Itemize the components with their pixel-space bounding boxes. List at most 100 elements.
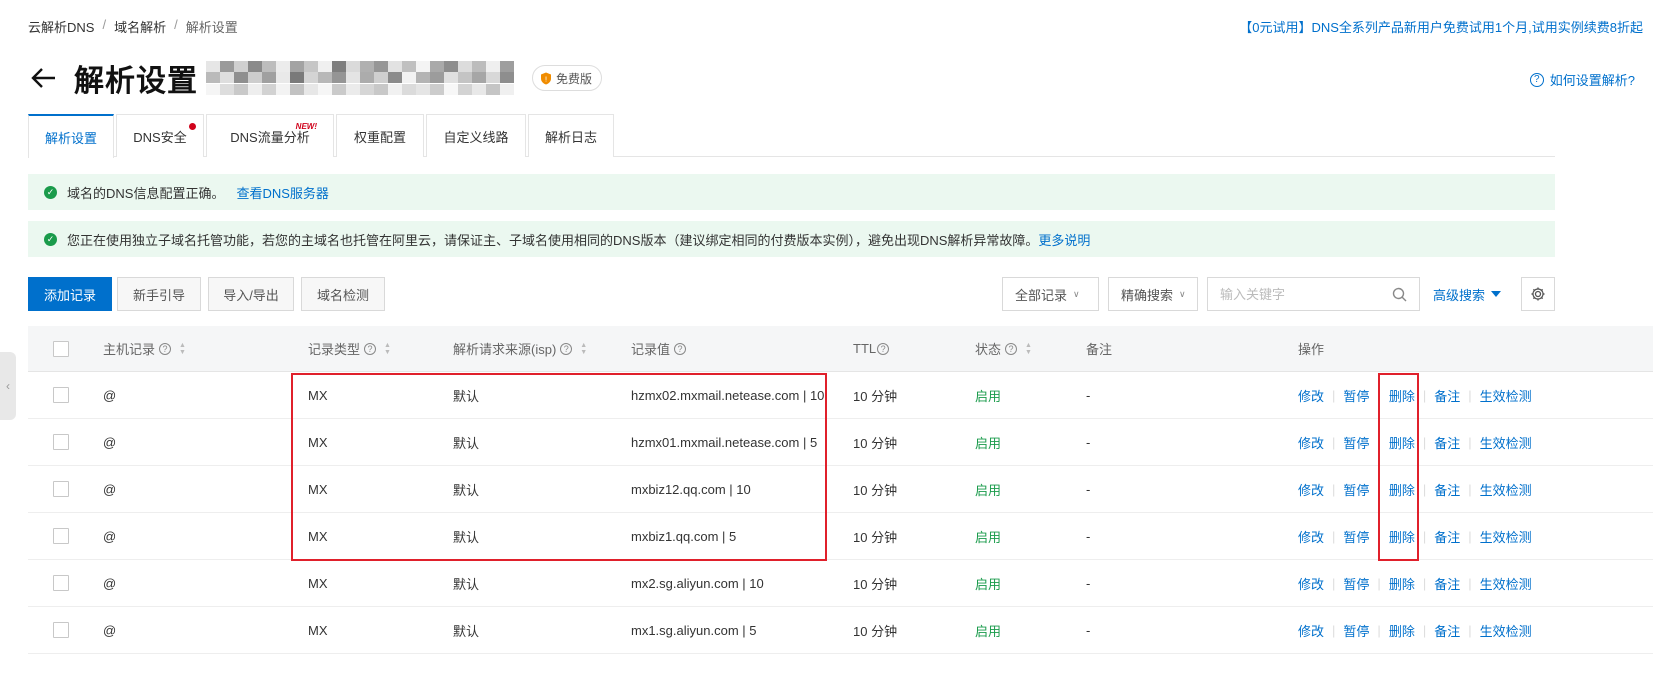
edit-action[interactable]: 修改	[1298, 480, 1324, 499]
ttl-cell: 10 分钟	[853, 529, 898, 545]
effect-check-action[interactable]: 生效检测	[1480, 480, 1532, 499]
row-checkbox[interactable]	[53, 575, 69, 591]
col-status[interactable]: 状态? ▲ ▼	[975, 326, 1032, 371]
more-info-link[interactable]: 更多说明	[1038, 230, 1090, 249]
col-label: TTL	[853, 341, 877, 356]
edit-action[interactable]: 修改	[1298, 386, 1324, 405]
effect-check-action[interactable]: 生效检测	[1480, 386, 1532, 405]
row-actions: 修改 | 暂停 | 删除 | 备注 | 生效检测	[1298, 607, 1532, 653]
type-cell: MX	[308, 387, 328, 403]
tab-label: 解析设置	[44, 130, 97, 146]
search-icon[interactable]	[1392, 287, 1407, 302]
question-circle-icon[interactable]: ?	[877, 342, 890, 355]
col-host[interactable]: 主机记录? ▲ ▼	[103, 326, 186, 371]
side-collapse-handle[interactable]: ‹	[0, 352, 16, 420]
delete-action[interactable]: 删除	[1389, 433, 1415, 452]
select-all-checkbox[interactable]	[53, 340, 69, 357]
isp-cell: 默认	[453, 435, 480, 451]
question-circle-icon[interactable]: ?	[674, 342, 687, 355]
pause-action[interactable]: 暂停	[1343, 433, 1369, 452]
delete-action[interactable]: 删除	[1389, 527, 1415, 546]
sort-icon[interactable]: ▲ ▼	[1025, 342, 1032, 356]
action-separator: |	[1377, 575, 1381, 591]
sort-icon[interactable]: ▲ ▼	[179, 342, 186, 356]
action-separator: |	[1468, 622, 1472, 638]
breadcrumb-separator: /	[102, 17, 107, 32]
beginner-guide-button[interactable]: 新手引导	[117, 277, 201, 311]
pause-action[interactable]: 暂停	[1343, 527, 1369, 546]
value-cell: hzmx01.mxmail.netease.com | 5	[631, 434, 818, 450]
edit-action[interactable]: 修改	[1298, 527, 1324, 546]
pause-action[interactable]: 暂停	[1343, 621, 1369, 640]
question-circle-icon[interactable]: ?	[159, 342, 172, 355]
pause-action[interactable]: 暂停	[1343, 480, 1369, 499]
col-label: 状态	[975, 342, 1002, 357]
delete-action[interactable]: 删除	[1389, 621, 1415, 640]
remark-action[interactable]: 备注	[1434, 433, 1460, 452]
remark-action[interactable]: 备注	[1434, 527, 1460, 546]
row-checkbox[interactable]	[53, 434, 69, 450]
table-header: 主机记录? ▲ ▼ 记录类型? ▲ ▼ 解析请求来源(isp)? ▲ ▼ 记录值? TTL?…	[28, 326, 1653, 372]
host-cell: @	[103, 622, 117, 638]
gear-icon	[1531, 287, 1545, 301]
remark-action[interactable]: 备注	[1434, 480, 1460, 499]
advanced-search-toggle[interactable]: 高级搜索	[1433, 277, 1502, 311]
effect-check-action[interactable]: 生效检测	[1480, 621, 1532, 640]
record-filter-select[interactable]: 全部记录 ∨	[1002, 277, 1099, 311]
breadcrumb-item-dns[interactable]: 云解析DNS	[28, 17, 94, 36]
question-circle-icon[interactable]: ?	[1005, 342, 1018, 355]
tab-dns-security[interactable]: DNS安全	[116, 114, 204, 157]
tab-dns-log[interactable]: 解析日志	[528, 114, 614, 157]
sort-icon[interactable]: ▲ ▼	[384, 342, 391, 356]
ttl-cell: 10 分钟	[853, 482, 898, 498]
isp-cell: 默认	[453, 576, 480, 592]
delete-action[interactable]: 删除	[1389, 386, 1415, 405]
isp-cell: 默认	[453, 623, 480, 639]
effect-check-action[interactable]: 生效检测	[1480, 527, 1532, 546]
action-separator: |	[1468, 387, 1472, 403]
effect-check-action[interactable]: 生效检测	[1480, 574, 1532, 593]
pause-action[interactable]: 暂停	[1343, 574, 1369, 593]
host-cell: @	[103, 575, 117, 591]
add-record-button[interactable]: 添加记录	[28, 277, 112, 311]
notification-dot	[189, 123, 196, 130]
domain-check-button[interactable]: 域名检测	[301, 277, 385, 311]
tab-weight-config[interactable]: 权重配置	[336, 114, 424, 157]
search-mode-select[interactable]: 精确搜索 ∨	[1108, 277, 1198, 311]
remark-action[interactable]: 备注	[1434, 386, 1460, 405]
row-checkbox[interactable]	[53, 528, 69, 544]
remark-action[interactable]: 备注	[1434, 574, 1460, 593]
help-link[interactable]: ? 如何设置解析?	[1529, 70, 1635, 89]
delete-action[interactable]: 删除	[1389, 480, 1415, 499]
import-export-button[interactable]: 导入/导出	[208, 277, 294, 311]
edit-action[interactable]: 修改	[1298, 621, 1324, 640]
breadcrumb-item-current: 解析设置	[185, 20, 238, 35]
breadcrumb-item-domain[interactable]: 域名解析	[114, 17, 166, 36]
action-separator: |	[1332, 481, 1336, 497]
view-dns-servers-link[interactable]: 查看DNS服务器	[236, 183, 328, 202]
search-input[interactable]	[1220, 286, 1380, 302]
tab-custom-line[interactable]: 自定义线路	[426, 114, 526, 157]
pause-action[interactable]: 暂停	[1343, 386, 1369, 405]
back-arrow-icon[interactable]	[28, 63, 58, 93]
col-isp[interactable]: 解析请求来源(isp)? ▲ ▼	[453, 326, 587, 371]
effect-check-action[interactable]: 生效检测	[1480, 433, 1532, 452]
question-circle-icon[interactable]: ?	[364, 342, 377, 355]
sort-icon[interactable]: ▲ ▼	[580, 342, 587, 356]
edit-action[interactable]: 修改	[1298, 574, 1324, 593]
tab-dns-traffic-analysis[interactable]: DNS流量分析 NEW!	[206, 114, 334, 157]
row-checkbox[interactable]	[53, 481, 69, 497]
col-type[interactable]: 记录类型? ▲ ▼	[308, 326, 391, 371]
tab-dns-settings[interactable]: 解析设置	[28, 114, 114, 158]
promo-link[interactable]: 【0元试用】DNS全系列产品新用户免费试用1个月,试用实例续费8折起	[1239, 17, 1643, 36]
column-settings-button[interactable]	[1521, 277, 1555, 311]
remark-action[interactable]: 备注	[1434, 621, 1460, 640]
row-checkbox[interactable]	[53, 622, 69, 638]
row-checkbox[interactable]	[53, 387, 69, 403]
select-value: 精确搜索	[1121, 287, 1174, 303]
delete-action[interactable]: 删除	[1389, 574, 1415, 593]
question-circle-icon[interactable]: ?	[560, 342, 573, 355]
edit-action[interactable]: 修改	[1298, 433, 1324, 452]
type-cell: MX	[308, 622, 328, 638]
col-label: 备注	[1086, 342, 1113, 357]
